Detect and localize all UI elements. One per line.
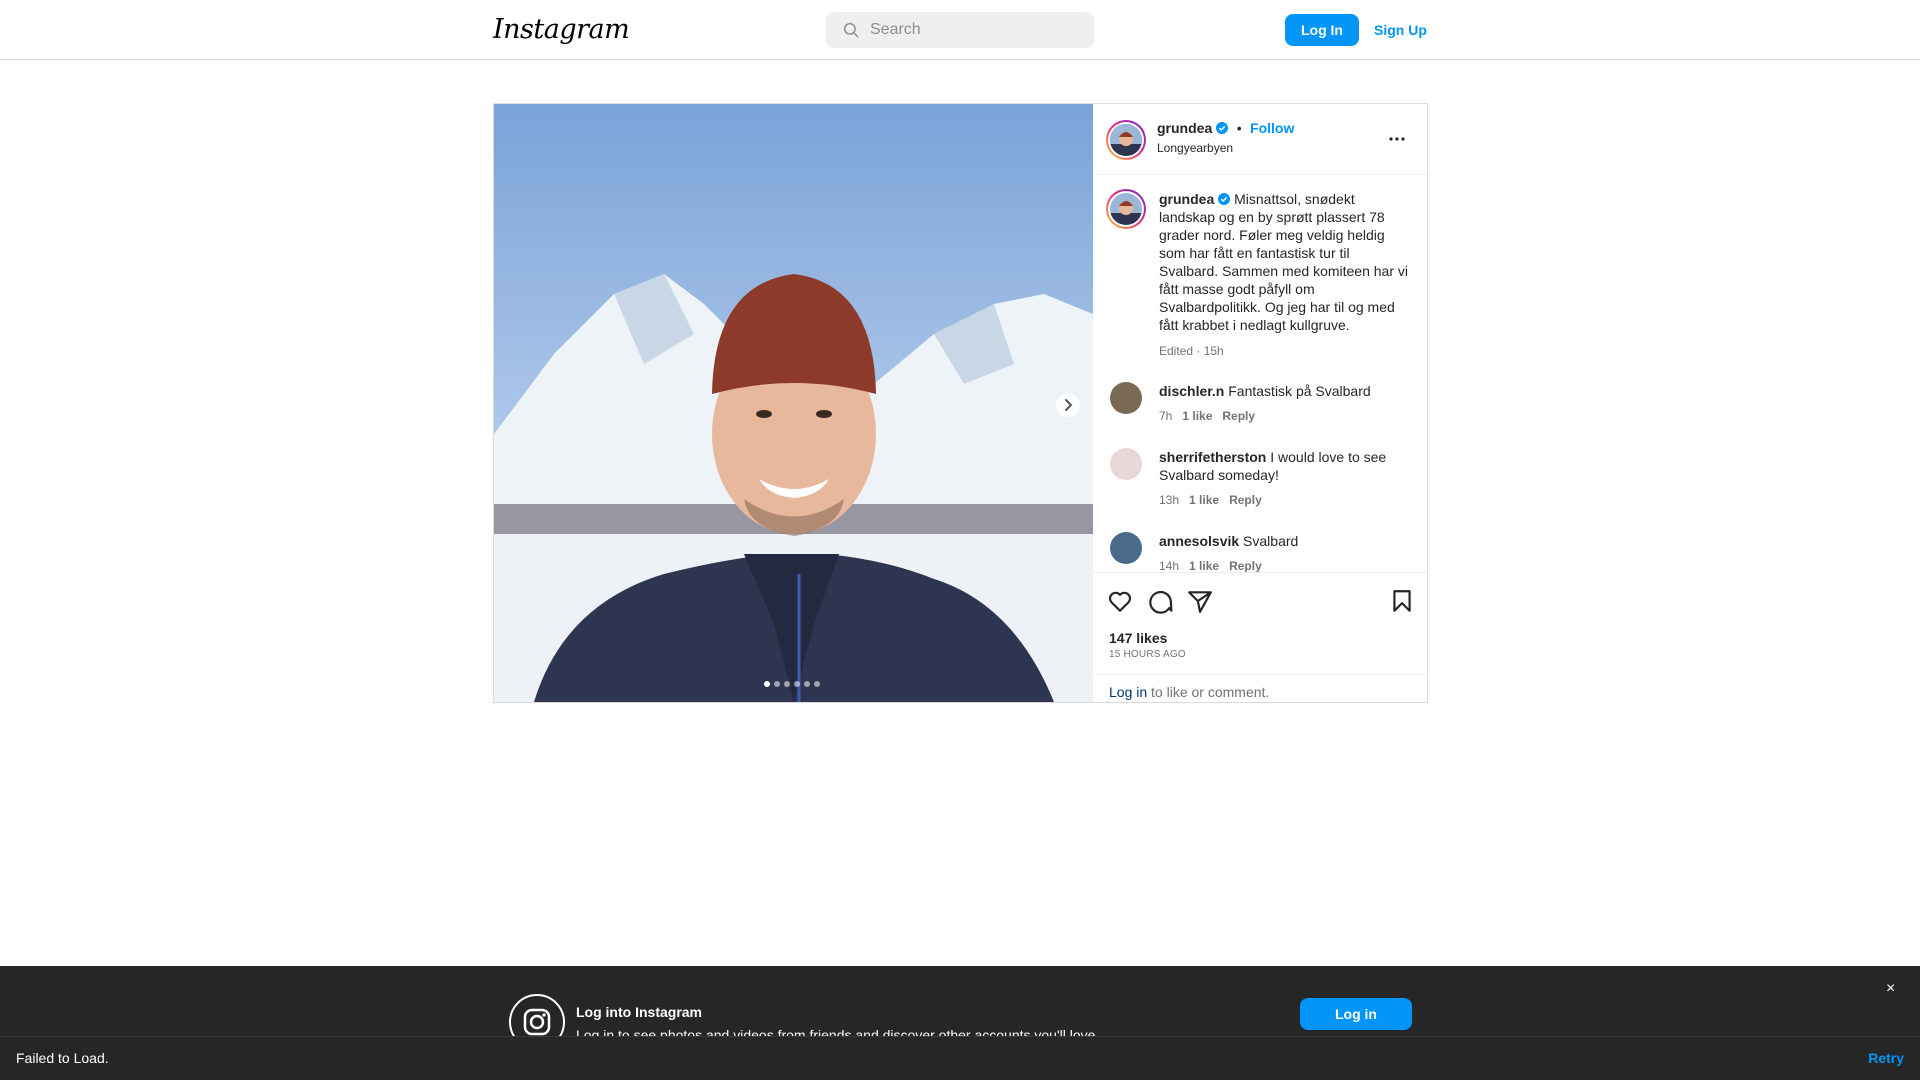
carousel-dot (794, 681, 800, 687)
comment-reply-button[interactable]: Reply (1222, 409, 1255, 423)
retry-button[interactable]: Retry (1868, 1050, 1904, 1066)
login-prompt: Log in to like or comment. (1093, 674, 1427, 702)
carousel-dot (804, 681, 810, 687)
close-icon[interactable]: × (1886, 980, 1895, 998)
carousel-dot (764, 681, 770, 687)
verified-icon (1216, 122, 1229, 134)
share-icon[interactable] (1187, 588, 1213, 614)
banner-title: Log into Instagram (576, 1004, 702, 1020)
comment-likes[interactable]: 1 like (1189, 559, 1219, 572)
comment-text: Svalbard (1243, 533, 1299, 549)
avatar[interactable] (1110, 532, 1142, 564)
verified-icon (1218, 193, 1231, 205)
login-button[interactable]: Log In (1285, 14, 1359, 46)
caption-avatar-ring (1106, 189, 1146, 229)
comment-likes[interactable]: 1 like (1182, 409, 1212, 423)
bookmark-icon[interactable] (1389, 588, 1415, 614)
comment-username[interactable]: annesolsvik (1159, 533, 1239, 549)
photo-illustration (494, 104, 1093, 702)
comment-meta: 13h 1 like Reply (1159, 491, 1409, 509)
post-timestamp: 15 HOURS AGO (1109, 649, 1186, 660)
comment-meta: 7h 1 like Reply (1159, 407, 1409, 425)
login-link[interactable]: Log in (1109, 684, 1147, 700)
carousel-next-button[interactable] (1056, 393, 1080, 417)
signup-link[interactable]: Sign Up (1374, 14, 1427, 46)
banner-login-button[interactable]: Log in (1300, 998, 1412, 1030)
avatar[interactable] (1110, 382, 1142, 414)
error-toast: Failed to Load. Retry (0, 1036, 1920, 1080)
carousel-dot (814, 681, 820, 687)
comment-icon[interactable] (1147, 588, 1173, 614)
post-sidebar: grundea • Follow Longyearbyen grundea Mi… (1093, 104, 1427, 702)
post-location[interactable]: Longyearbyen (1157, 141, 1233, 155)
carousel-dot (774, 681, 780, 687)
post-actions: 147 likes 15 HOURS AGO (1093, 572, 1427, 675)
avatar[interactable] (1110, 448, 1142, 480)
author-username[interactable]: grundea (1157, 120, 1212, 136)
like-count[interactable]: 147 likes (1109, 630, 1167, 646)
comment-username[interactable]: dischler.n (1159, 383, 1224, 399)
comments-section[interactable]: grundea Misnattsol, snødekt landskap og … (1093, 176, 1427, 572)
comment-reply-button[interactable]: Reply (1229, 493, 1262, 507)
search-input[interactable] (870, 12, 1085, 48)
follow-button[interactable]: Follow (1250, 120, 1294, 136)
search-box[interactable] (826, 12, 1094, 48)
comment-text: Fantastisk på Svalbard (1228, 383, 1371, 399)
caption-meta: Edited · 15h (1159, 344, 1224, 358)
chevron-right-icon (1065, 399, 1073, 411)
comment-reply-button[interactable]: Reply (1229, 559, 1262, 572)
top-navigation: Instagram Log In Sign Up (0, 0, 1920, 60)
comment-time: 7h (1159, 409, 1173, 423)
comment-meta: 14h 1 like Reply (1159, 557, 1409, 572)
heart-icon[interactable] (1107, 588, 1133, 614)
comment-time: 14h (1159, 559, 1180, 572)
post-header: grundea • Follow Longyearbyen (1093, 104, 1427, 175)
comment-time: 13h (1159, 493, 1180, 507)
more-options-icon[interactable] (1387, 133, 1407, 145)
carousel-dot (784, 681, 790, 687)
post-card: grundea • Follow Longyearbyen grundea Mi… (493, 103, 1428, 703)
post-photo[interactable] (494, 104, 1093, 702)
separator-dot: • (1236, 120, 1242, 136)
login-prompt-text: to like or comment. (1147, 684, 1270, 700)
avatar[interactable] (1110, 124, 1142, 156)
comment-username[interactable]: sherrifetherston (1159, 449, 1266, 465)
comment-likes[interactable]: 1 like (1189, 493, 1219, 507)
avatar[interactable] (1110, 193, 1142, 225)
caption-text: Misnattsol, snødekt landskap og en by sp… (1159, 191, 1408, 333)
author-line: grundea • Follow (1157, 120, 1294, 138)
caption-username[interactable]: grundea (1159, 191, 1214, 207)
author-avatar-ring (1106, 120, 1146, 160)
toast-message: Failed to Load. (16, 1050, 109, 1066)
search-icon (843, 22, 859, 38)
instagram-logo[interactable]: Instagram (493, 14, 630, 45)
post-caption: grundea Misnattsol, snødekt landskap og … (1159, 190, 1409, 360)
